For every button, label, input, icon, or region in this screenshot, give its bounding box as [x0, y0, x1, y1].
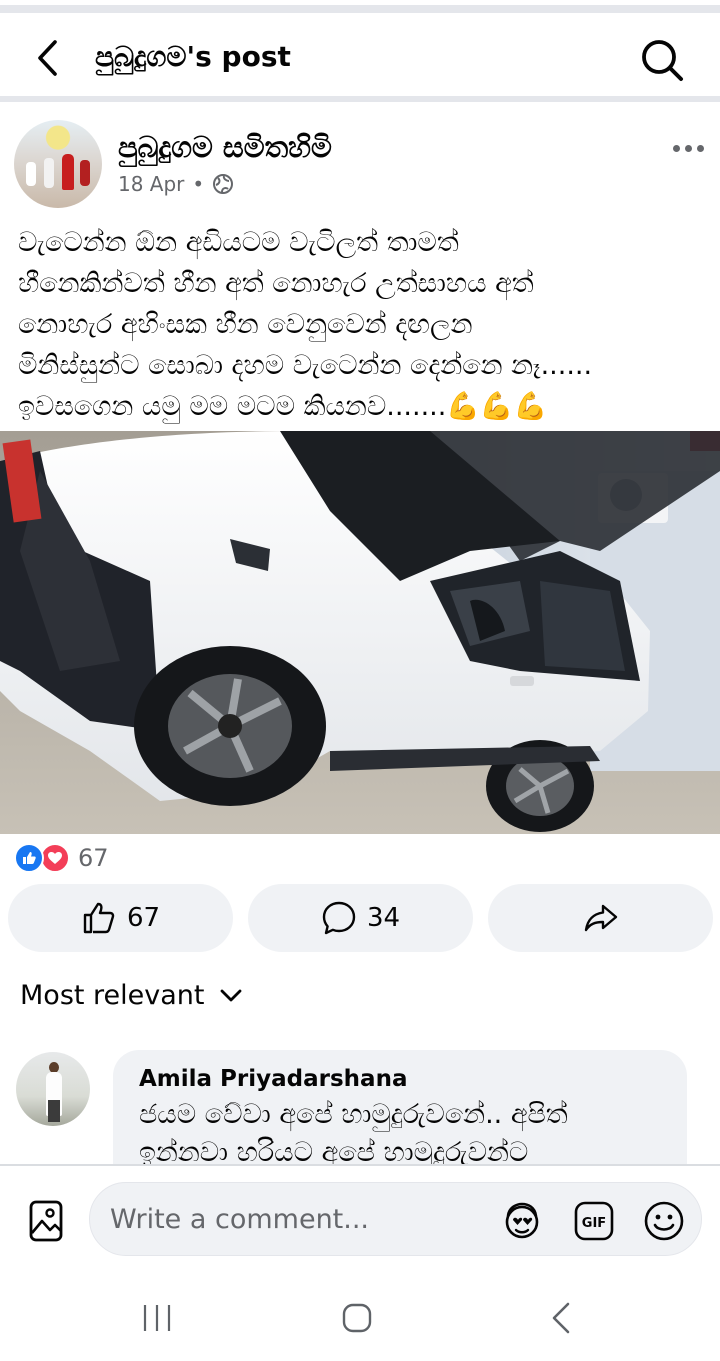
meta-separator: •: [192, 172, 205, 196]
reaction-summary[interactable]: 67: [14, 842, 109, 874]
post-date[interactable]: 18 Apr: [118, 172, 184, 196]
home-icon: [342, 1303, 372, 1333]
back-arrow-icon: [552, 1302, 570, 1334]
search-button[interactable]: [636, 34, 688, 86]
commenter-avatar[interactable]: [16, 1052, 90, 1126]
love-reaction-icon: [40, 843, 70, 873]
emoji-button[interactable]: [642, 1199, 686, 1243]
like-count: 67: [126, 903, 161, 933]
post-body-text: වැටෙන්න ඕන අඩියටම වැටිලත් තාමත් හීනෙකින්…: [18, 222, 708, 427]
comment-button[interactable]: 34: [248, 884, 473, 952]
globe-icon: [213, 174, 234, 194]
recent-apps-icon: [143, 1305, 171, 1331]
share-button[interactable]: [488, 884, 713, 952]
post-text-line: මිනිස්සුන්ට සොබා දහම වැටෙන්න දෙන්නෙ නෑ..…: [18, 350, 593, 381]
gif-icon: GIF: [574, 1201, 614, 1241]
back-button[interactable]: [26, 36, 70, 80]
post-text-line: හීනෙකින්වත් හීන අත් නොහැර උත්සාහය අත්: [18, 268, 534, 299]
system-back-button[interactable]: [531, 1298, 591, 1338]
comment-author[interactable]: Amila Priyadarshana: [139, 1066, 661, 1092]
like-reaction-icon: [14, 843, 44, 873]
post-text-line: ඉවසගෙන යමු මම මටම කියනව.......💪💪💪: [18, 391, 548, 422]
more-options-button[interactable]: [666, 136, 710, 160]
thumbs-up-icon: [83, 902, 115, 934]
sort-label: Most relevant: [20, 980, 205, 1011]
comment-text: ජයම වේවා අපේ හාමුදුරුවනේ.. අපිත් ඉන්නවා …: [139, 1099, 568, 1165]
page-name-link[interactable]: පුබුදුගම සමිතහිමි: [118, 130, 332, 165]
recent-apps-button[interactable]: [127, 1298, 187, 1338]
status-bar-strip: [0, 0, 720, 16]
comment-item: Amila Priyadarshana ජයම වේවා අපේ හාමුදුර…: [0, 1050, 720, 1165]
home-button[interactable]: [327, 1298, 387, 1338]
dot: [684, 144, 692, 152]
attach-photo-button[interactable]: [24, 1196, 68, 1246]
photo-icon: [29, 1200, 63, 1242]
avatar-sticker-icon: [505, 1202, 539, 1239]
page-avatar[interactable]: [14, 120, 102, 208]
post-photo[interactable]: [0, 431, 720, 834]
comment-count: 34: [366, 903, 401, 933]
post-meta: 18 Apr •: [118, 172, 234, 196]
comment-input[interactable]: [110, 1183, 490, 1255]
share-arrow-icon: [584, 904, 617, 932]
car-photo-illustration: [0, 431, 720, 834]
smiley-icon: [644, 1201, 684, 1241]
search-icon: [642, 40, 683, 81]
like-button[interactable]: 67: [8, 884, 233, 952]
gif-button[interactable]: GIF: [572, 1199, 616, 1243]
dot: [696, 144, 704, 152]
comment-input-box[interactable]: GIF: [89, 1182, 702, 1256]
post-text-line: නොහැර අහිංසක හීන වෙනුවෙන් දඟලන: [18, 309, 473, 340]
post-header-bar: පුබුදුගම's post: [0, 16, 720, 102]
reaction-count: 67: [78, 844, 109, 872]
chevron-down-icon: [220, 989, 241, 1001]
system-navigation-bar: [0, 1270, 720, 1361]
comment-bubble-icon: [322, 901, 356, 935]
chevron-left-icon: [38, 40, 57, 76]
post-text-line: වැටෙන්න ඕන අඩියටම වැටිලත් තාමත්: [18, 227, 459, 258]
comment-bubble[interactable]: Amila Priyadarshana ජයම වේවා අපේ හාමුදුර…: [113, 1050, 687, 1165]
svg-text:GIF: GIF: [582, 1216, 606, 1231]
comment-sort-dropdown[interactable]: Most relevant: [20, 980, 243, 1011]
avatar-sticker-button[interactable]: [500, 1199, 544, 1243]
dot: [672, 144, 680, 152]
comment-composer: GIF: [0, 1164, 720, 1270]
page-title: පුබුදුගම's post: [95, 40, 291, 73]
post-author-row: පුබුදුගම සමිතහිමි 18 Apr •: [0, 108, 720, 218]
post-actions: 67 34: [8, 884, 713, 952]
